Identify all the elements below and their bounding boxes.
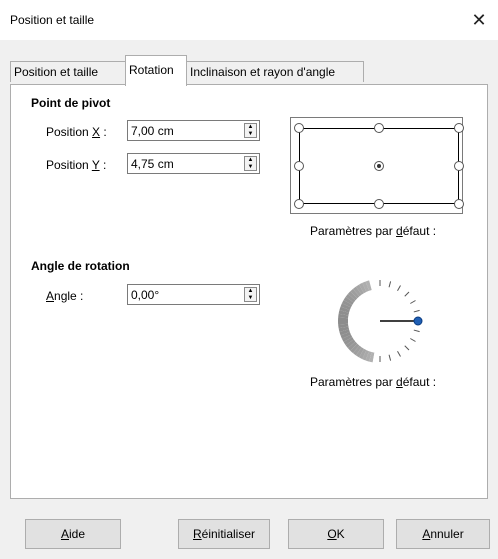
position-x-spinner[interactable]: ▲ ▼ [244,123,257,138]
pivot-section-title: Point de pivot [31,96,111,110]
pivot-defaults-label: Paramètres par défaut : [310,224,437,238]
pivot-handle-bottom-left[interactable] [294,199,304,209]
angle-field[interactable]: 0,00° ▲ ▼ [127,284,260,305]
tab-inclinaison[interactable]: Inclinaison et rayon d'angle [186,61,364,82]
help-button[interactable]: Aide [25,519,121,549]
angle-spinner[interactable]: ▲ ▼ [244,287,257,302]
chevron-up-icon[interactable]: ▲ [245,288,256,294]
position-y-field[interactable]: 4,75 cm ▲ ▼ [127,153,260,174]
pivot-handle-middle-right[interactable] [454,161,464,171]
reset-button[interactable]: Réinitialiser [178,519,270,549]
title-bar: Position et taille ✕ [0,0,498,40]
close-icon[interactable]: ✕ [460,0,498,40]
pivot-handle-top-left[interactable] [294,123,304,133]
position-y-spinner[interactable]: ▲ ▼ [244,156,257,171]
chevron-down-icon[interactable]: ▼ [245,164,256,170]
position-x-field[interactable]: 7,00 cm ▲ ▼ [127,120,260,141]
ok-button[interactable]: OK [288,519,384,549]
cancel-button[interactable]: Annuler [396,519,490,549]
pivot-handle-middle-left[interactable] [294,161,304,171]
rotation-dial[interactable] [330,271,430,371]
chevron-down-icon[interactable]: ▼ [245,131,256,137]
rotation-defaults-label: Paramètres par défaut : [310,375,437,389]
tab-rotation[interactable]: Rotation [125,55,187,86]
tab-label: Rotation [129,63,174,77]
tab-label: Position et taille [14,65,99,79]
angle-label: Angle : [46,289,84,303]
position-x-value: 7,00 cm [131,124,174,138]
angle-value: 0,00° [131,288,160,302]
pivot-handle-top-right[interactable] [454,123,464,133]
dial-knob[interactable] [413,316,423,326]
rotation-section-title: Angle de rotation [31,259,130,273]
chevron-up-icon[interactable]: ▲ [245,157,256,163]
pivot-handle-top-center[interactable] [374,123,384,133]
position-y-value: 4,75 cm [131,157,174,171]
pivot-handle-bottom-right[interactable] [454,199,464,209]
tab-label: Inclinaison et rayon d'angle [190,65,336,79]
position-y-label: Position Y : [46,158,107,172]
pivot-handle-center[interactable] [374,161,384,171]
chevron-down-icon[interactable]: ▼ [245,295,256,301]
window-title: Position et taille [10,13,95,27]
chevron-up-icon[interactable]: ▲ [245,124,256,130]
pivot-handle-bottom-center[interactable] [374,199,384,209]
position-x-label: Position X : [46,125,107,139]
tab-position-et-taille[interactable]: Position et taille [10,61,127,82]
